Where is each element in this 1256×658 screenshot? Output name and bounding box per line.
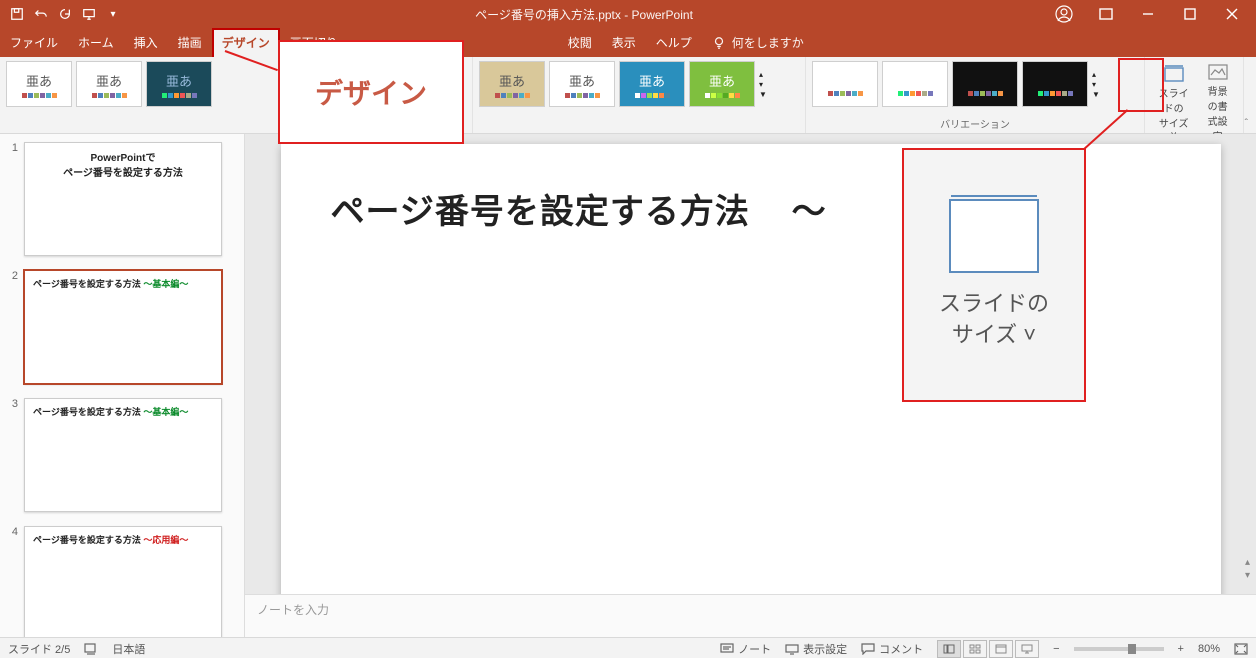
window-title: ページ番号の挿入方法.pptx - PowerPoint xyxy=(124,6,1044,23)
redo-icon[interactable] xyxy=(54,3,76,25)
view-slideshow-icon[interactable] xyxy=(1015,640,1039,658)
theme-thumb[interactable]: 亜あ xyxy=(6,61,72,107)
zoom-percentage[interactable]: 80% xyxy=(1198,643,1220,655)
theme-thumb[interactable]: 亜あ xyxy=(479,61,545,107)
zoom-out-icon[interactable]: − xyxy=(1053,643,1059,655)
variation-gallery-more-icon[interactable]: ▴▾▼ xyxy=(1092,70,1104,99)
tab-home[interactable]: ホーム xyxy=(68,28,124,57)
display-settings-icon xyxy=(785,643,799,655)
slide-thumbnail[interactable]: ページ番号を設定する方法 ～応用編～ xyxy=(24,526,222,637)
thumb-number: 2 xyxy=(6,270,18,384)
tab-draw[interactable]: 描画 xyxy=(168,28,212,57)
variation-thumb[interactable] xyxy=(882,61,948,107)
start-slideshow-icon[interactable] xyxy=(78,3,100,25)
tab-transition[interactable]: 画面切り xyxy=(280,28,348,57)
tellme-search[interactable]: 何をしますか xyxy=(712,34,804,57)
minimize-icon[interactable] xyxy=(1128,1,1168,27)
lightbulb-icon xyxy=(712,36,726,50)
slide-title[interactable]: ページ番号を設定する方法 ～ xyxy=(331,184,1171,233)
theme-gallery-more-icon[interactable]: ▴▾▼ xyxy=(759,70,771,99)
slide-size-button[interactable]: スライドの サイズ ˅ xyxy=(1151,63,1196,143)
slide-nav-arrows[interactable]: ▴ ▾ xyxy=(1245,557,1250,581)
slide-thumbnail[interactable]: ページ番号を設定する方法 ～基本編～ xyxy=(24,398,222,512)
comment-icon xyxy=(861,643,875,655)
active-slide[interactable]: ページ番号を設定する方法 ～ 2 xyxy=(281,144,1221,594)
view-normal-icon[interactable] xyxy=(937,640,961,658)
thumb-number: 1 xyxy=(6,142,18,256)
status-display-button[interactable]: 表示設定 xyxy=(785,641,847,657)
variation-thumb[interactable] xyxy=(1022,61,1088,107)
variation-thumb[interactable] xyxy=(812,61,878,107)
view-reading-icon[interactable] xyxy=(989,640,1013,658)
thumb-number: 4 xyxy=(6,526,18,637)
notes-pane[interactable]: ノートを入力 xyxy=(245,594,1256,637)
prev-slide-icon[interactable]: ▴ xyxy=(1245,557,1250,568)
status-comment-button[interactable]: コメント xyxy=(861,641,923,657)
tab-design[interactable]: デザイン xyxy=(212,28,280,57)
notes-icon xyxy=(720,643,734,655)
next-slide-icon[interactable]: ▾ xyxy=(1245,570,1250,581)
variation-thumb[interactable] xyxy=(952,61,1018,107)
tellme-label: 何をしますか xyxy=(732,34,804,51)
format-background-icon xyxy=(1207,63,1229,81)
fit-window-icon[interactable] xyxy=(1234,643,1248,655)
format-background-button[interactable]: 背景の書 式設定 xyxy=(1198,61,1237,145)
zoom-in-icon[interactable]: + xyxy=(1178,643,1184,655)
spellcheck-icon[interactable] xyxy=(84,643,98,655)
undo-icon[interactable] xyxy=(30,3,52,25)
qat-more-icon[interactable]: ▾ xyxy=(102,3,124,25)
account-icon[interactable] xyxy=(1044,1,1084,27)
slide-size-icon xyxy=(1163,65,1185,83)
close-icon[interactable] xyxy=(1212,1,1252,27)
view-sorter-icon[interactable] xyxy=(963,640,987,658)
zoom-slider[interactable] xyxy=(1074,647,1164,651)
theme-thumb[interactable]: 亜あ xyxy=(146,61,212,107)
ribbon-display-icon[interactable] xyxy=(1086,1,1126,27)
tab-file[interactable]: ファイル xyxy=(0,28,68,57)
collapse-ribbon-icon[interactable]: ˆ xyxy=(1245,118,1248,129)
theme-thumb[interactable]: 亜あ xyxy=(689,61,755,107)
save-icon[interactable] xyxy=(6,3,28,25)
slide-thumbnail[interactable]: PowerPointでページ番号を設定する方法 xyxy=(24,142,222,256)
tab-insert[interactable]: 挿入 xyxy=(124,28,168,57)
theme-thumb[interactable]: 亜あ xyxy=(76,61,142,107)
theme-thumb[interactable]: 亜あ xyxy=(549,61,615,107)
tab-view[interactable]: 表示 xyxy=(602,28,646,57)
group-label-variation: バリエーション xyxy=(812,116,1138,131)
slide-thumbnail[interactable]: ページ番号を設定する方法 ～基本編～ xyxy=(24,270,222,384)
thumb-number: 3 xyxy=(6,398,18,512)
theme-thumb[interactable]: 亜あ xyxy=(619,61,685,107)
slide-thumbnail-panel[interactable]: 1PowerPointでページ番号を設定する方法2ページ番号を設定する方法 ～基… xyxy=(0,134,245,637)
maximize-icon[interactable] xyxy=(1170,1,1210,27)
status-notes-button[interactable]: ノート xyxy=(720,641,771,657)
status-slide-number: スライド 2/5 xyxy=(8,641,70,657)
tab-help[interactable]: ヘルプ xyxy=(646,28,702,57)
tab-review[interactable]: 校閲 xyxy=(558,28,602,57)
status-language[interactable]: 日本語 xyxy=(112,641,145,657)
